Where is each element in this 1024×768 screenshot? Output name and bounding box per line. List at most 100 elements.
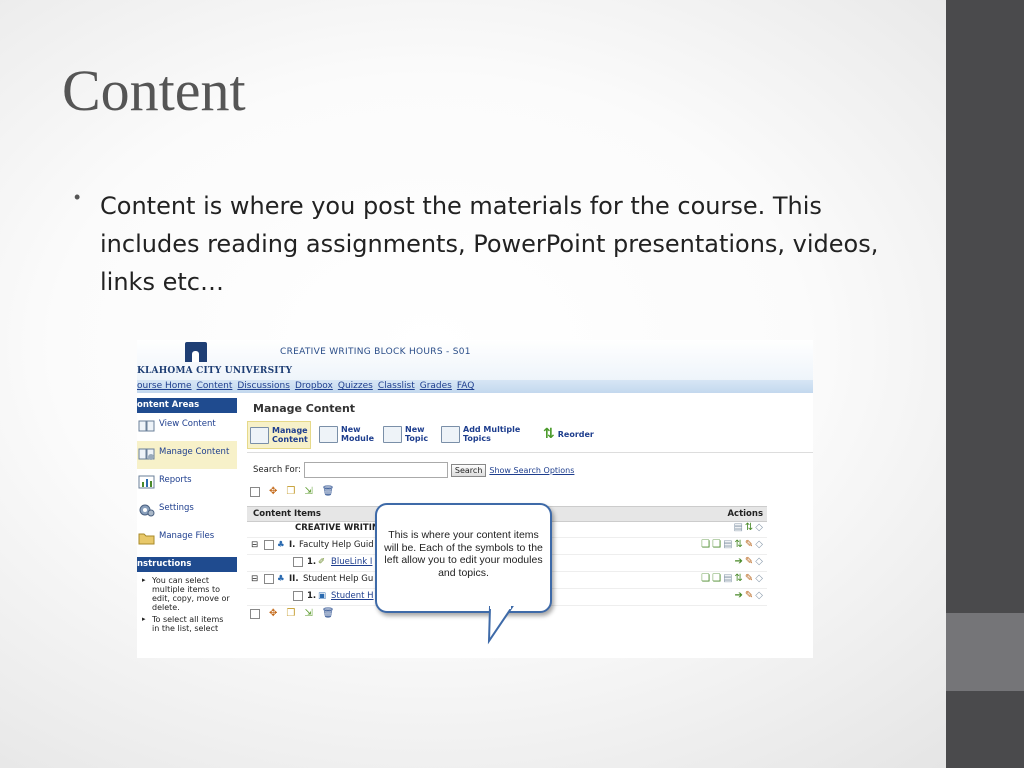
pencil-icon[interactable]: ✎ bbox=[745, 556, 753, 567]
nav-course-home[interactable]: ourse Home bbox=[137, 380, 192, 393]
copy-icon[interactable]: ❐ bbox=[286, 486, 295, 497]
search-row: Search For: Search Show Search Options bbox=[253, 462, 574, 478]
sidebar-item-label: Manage Content bbox=[159, 447, 230, 457]
bulk-action-bar-bottom: ✥ ❐ ⇲ 🗑 bbox=[250, 606, 334, 621]
sidebar-item-settings[interactable]: Settings bbox=[137, 497, 237, 525]
nav-dropbox[interactable]: Dropbox bbox=[295, 380, 333, 393]
multiple-topics-icon bbox=[441, 425, 460, 443]
move-icon[interactable]: ✥ bbox=[269, 486, 277, 497]
content-areas-header: ontent Areas bbox=[137, 398, 237, 413]
sidebar-item-manage-files[interactable]: Manage Files bbox=[137, 525, 237, 553]
book-icon bbox=[138, 420, 155, 432]
row-checkbox[interactable] bbox=[264, 540, 274, 550]
instructions-list: You can select multiple items to edit, c… bbox=[137, 572, 237, 633]
reorder-icon[interactable]: ⇅ bbox=[735, 573, 743, 584]
pencil-icon[interactable]: ✎ bbox=[745, 539, 753, 550]
preview-icon[interactable]: ➔ bbox=[735, 556, 743, 567]
trash-icon[interactable]: 🗑 bbox=[322, 486, 335, 497]
manage-content-title: Manage Content bbox=[253, 402, 356, 415]
reorder-icon[interactable]: ⇅ bbox=[745, 522, 753, 533]
sidebar-item-manage-content[interactable]: Manage Content bbox=[137, 441, 237, 469]
tag-icon[interactable]: ◇ bbox=[755, 590, 763, 601]
edit-icon[interactable]: ▤ bbox=[733, 522, 742, 533]
link-topic-icon: ✐ bbox=[318, 557, 326, 567]
reorder-icon[interactable]: ⇅ bbox=[735, 539, 743, 550]
search-button[interactable]: Search bbox=[450, 463, 487, 477]
gear-icon bbox=[139, 504, 155, 517]
toolbar-label: Add Multiple Topics bbox=[463, 425, 521, 443]
edit-icon[interactable]: ▤ bbox=[723, 573, 732, 584]
add-topic-icon[interactable]: ❏ bbox=[712, 573, 721, 584]
row-number: 1. bbox=[307, 591, 317, 601]
speech-callout: This is where your content items will be… bbox=[375, 503, 552, 613]
new-topic-button[interactable]: New Topic bbox=[383, 421, 433, 447]
nav-classlist[interactable]: Classlist bbox=[378, 380, 415, 393]
tag-icon[interactable]: ◇ bbox=[755, 522, 763, 533]
row-number: 1. bbox=[307, 557, 317, 567]
import-icon[interactable]: ⇲ bbox=[304, 608, 312, 619]
bullet-dot-icon: • bbox=[74, 187, 81, 207]
toolbar-label: New Module bbox=[341, 425, 375, 443]
row-number: I. bbox=[289, 540, 296, 550]
callout-tail-icon bbox=[487, 606, 514, 645]
manage-content-button[interactable]: Manage Content bbox=[247, 421, 311, 449]
select-all-checkbox[interactable] bbox=[250, 608, 260, 619]
nav-quizzes[interactable]: Quizzes bbox=[338, 380, 373, 393]
row-actions: ▤ ⇅ ◇ bbox=[733, 522, 763, 533]
reorder-button[interactable]: ⇅ Reorder bbox=[543, 421, 594, 447]
bullet-text: Content is where you post the materials … bbox=[100, 192, 879, 296]
instructions-header: nstructions bbox=[137, 557, 237, 572]
sidebar-item-reports[interactable]: Reports bbox=[137, 469, 237, 497]
add-multiple-topics-button[interactable]: Add Multiple Topics bbox=[441, 421, 535, 447]
add-topic-icon[interactable]: ❏ bbox=[701, 573, 710, 584]
tag-icon[interactable]: ◇ bbox=[755, 539, 763, 550]
nav-content[interactable]: Content bbox=[197, 380, 233, 393]
nav-faq[interactable]: FAQ bbox=[457, 380, 474, 393]
slide-title: Content bbox=[62, 58, 246, 123]
manage-book-icon bbox=[138, 448, 155, 460]
sidebar-item-view-content[interactable]: View Content bbox=[137, 413, 237, 441]
pencil-icon[interactable]: ✎ bbox=[745, 573, 753, 584]
row-checkbox[interactable] bbox=[293, 557, 303, 567]
import-icon[interactable]: ⇲ bbox=[304, 486, 312, 497]
trash-icon[interactable]: 🗑 bbox=[322, 608, 335, 619]
show-search-options-link[interactable]: Show Search Options bbox=[489, 466, 574, 475]
university-logo-icon bbox=[185, 342, 207, 362]
nav-discussions[interactable]: Discussions bbox=[237, 380, 290, 393]
course-title: CREATIVE WRITING BLOCK HOURS - S01 bbox=[280, 347, 471, 357]
edit-icon[interactable]: ▤ bbox=[723, 539, 732, 550]
expand-icon[interactable]: ⊟ bbox=[251, 574, 258, 584]
sidebar-item-label: Reports bbox=[159, 475, 192, 485]
row-number: II. bbox=[289, 574, 299, 584]
tag-icon[interactable]: ◇ bbox=[755, 573, 763, 584]
pencil-icon[interactable]: ✎ bbox=[745, 590, 753, 601]
university-name: KLAHOMA CITY UNIVERSITY bbox=[137, 366, 293, 376]
rail-accent-block bbox=[946, 613, 1024, 691]
new-module-button[interactable]: New Module bbox=[319, 421, 377, 447]
folder-icon bbox=[138, 533, 155, 545]
row-link[interactable]: BlueLink I bbox=[331, 557, 372, 567]
row-actions: ❏ ❏ ▤ ⇅ ✎ ◇ bbox=[701, 573, 763, 584]
select-all-checkbox[interactable] bbox=[250, 486, 260, 497]
tag-icon[interactable]: ◇ bbox=[755, 556, 763, 567]
nav-grades[interactable]: Grades bbox=[420, 380, 452, 393]
bulk-action-bar-top: ✥ ❐ ⇲ 🗑 bbox=[250, 484, 334, 499]
file-topic-icon: ▣ bbox=[318, 591, 327, 601]
copy-icon[interactable]: ❐ bbox=[286, 608, 295, 619]
row-checkbox[interactable] bbox=[264, 574, 274, 584]
module-icon bbox=[319, 425, 338, 443]
sidebar-item-label: View Content bbox=[159, 419, 216, 429]
search-input[interactable] bbox=[303, 462, 448, 478]
course-navbar: ourse Home Content Discussions Dropbox Q… bbox=[137, 380, 813, 393]
reports-chart-icon bbox=[138, 475, 155, 489]
row-checkbox[interactable] bbox=[293, 591, 303, 601]
add-topic-icon[interactable]: ❏ bbox=[712, 539, 721, 550]
expand-icon[interactable]: ⊟ bbox=[251, 540, 258, 550]
content-sidebar: ontent Areas View Content Manage Content… bbox=[137, 398, 237, 658]
add-topic-icon[interactable]: ❏ bbox=[701, 539, 710, 550]
move-icon[interactable]: ✥ bbox=[269, 608, 277, 619]
reorder-arrows-icon: ⇅ bbox=[543, 425, 555, 442]
toolbar-label: Manage Content bbox=[272, 426, 308, 444]
preview-icon[interactable]: ➔ bbox=[735, 590, 743, 601]
row-link[interactable]: Student H bbox=[331, 591, 374, 601]
